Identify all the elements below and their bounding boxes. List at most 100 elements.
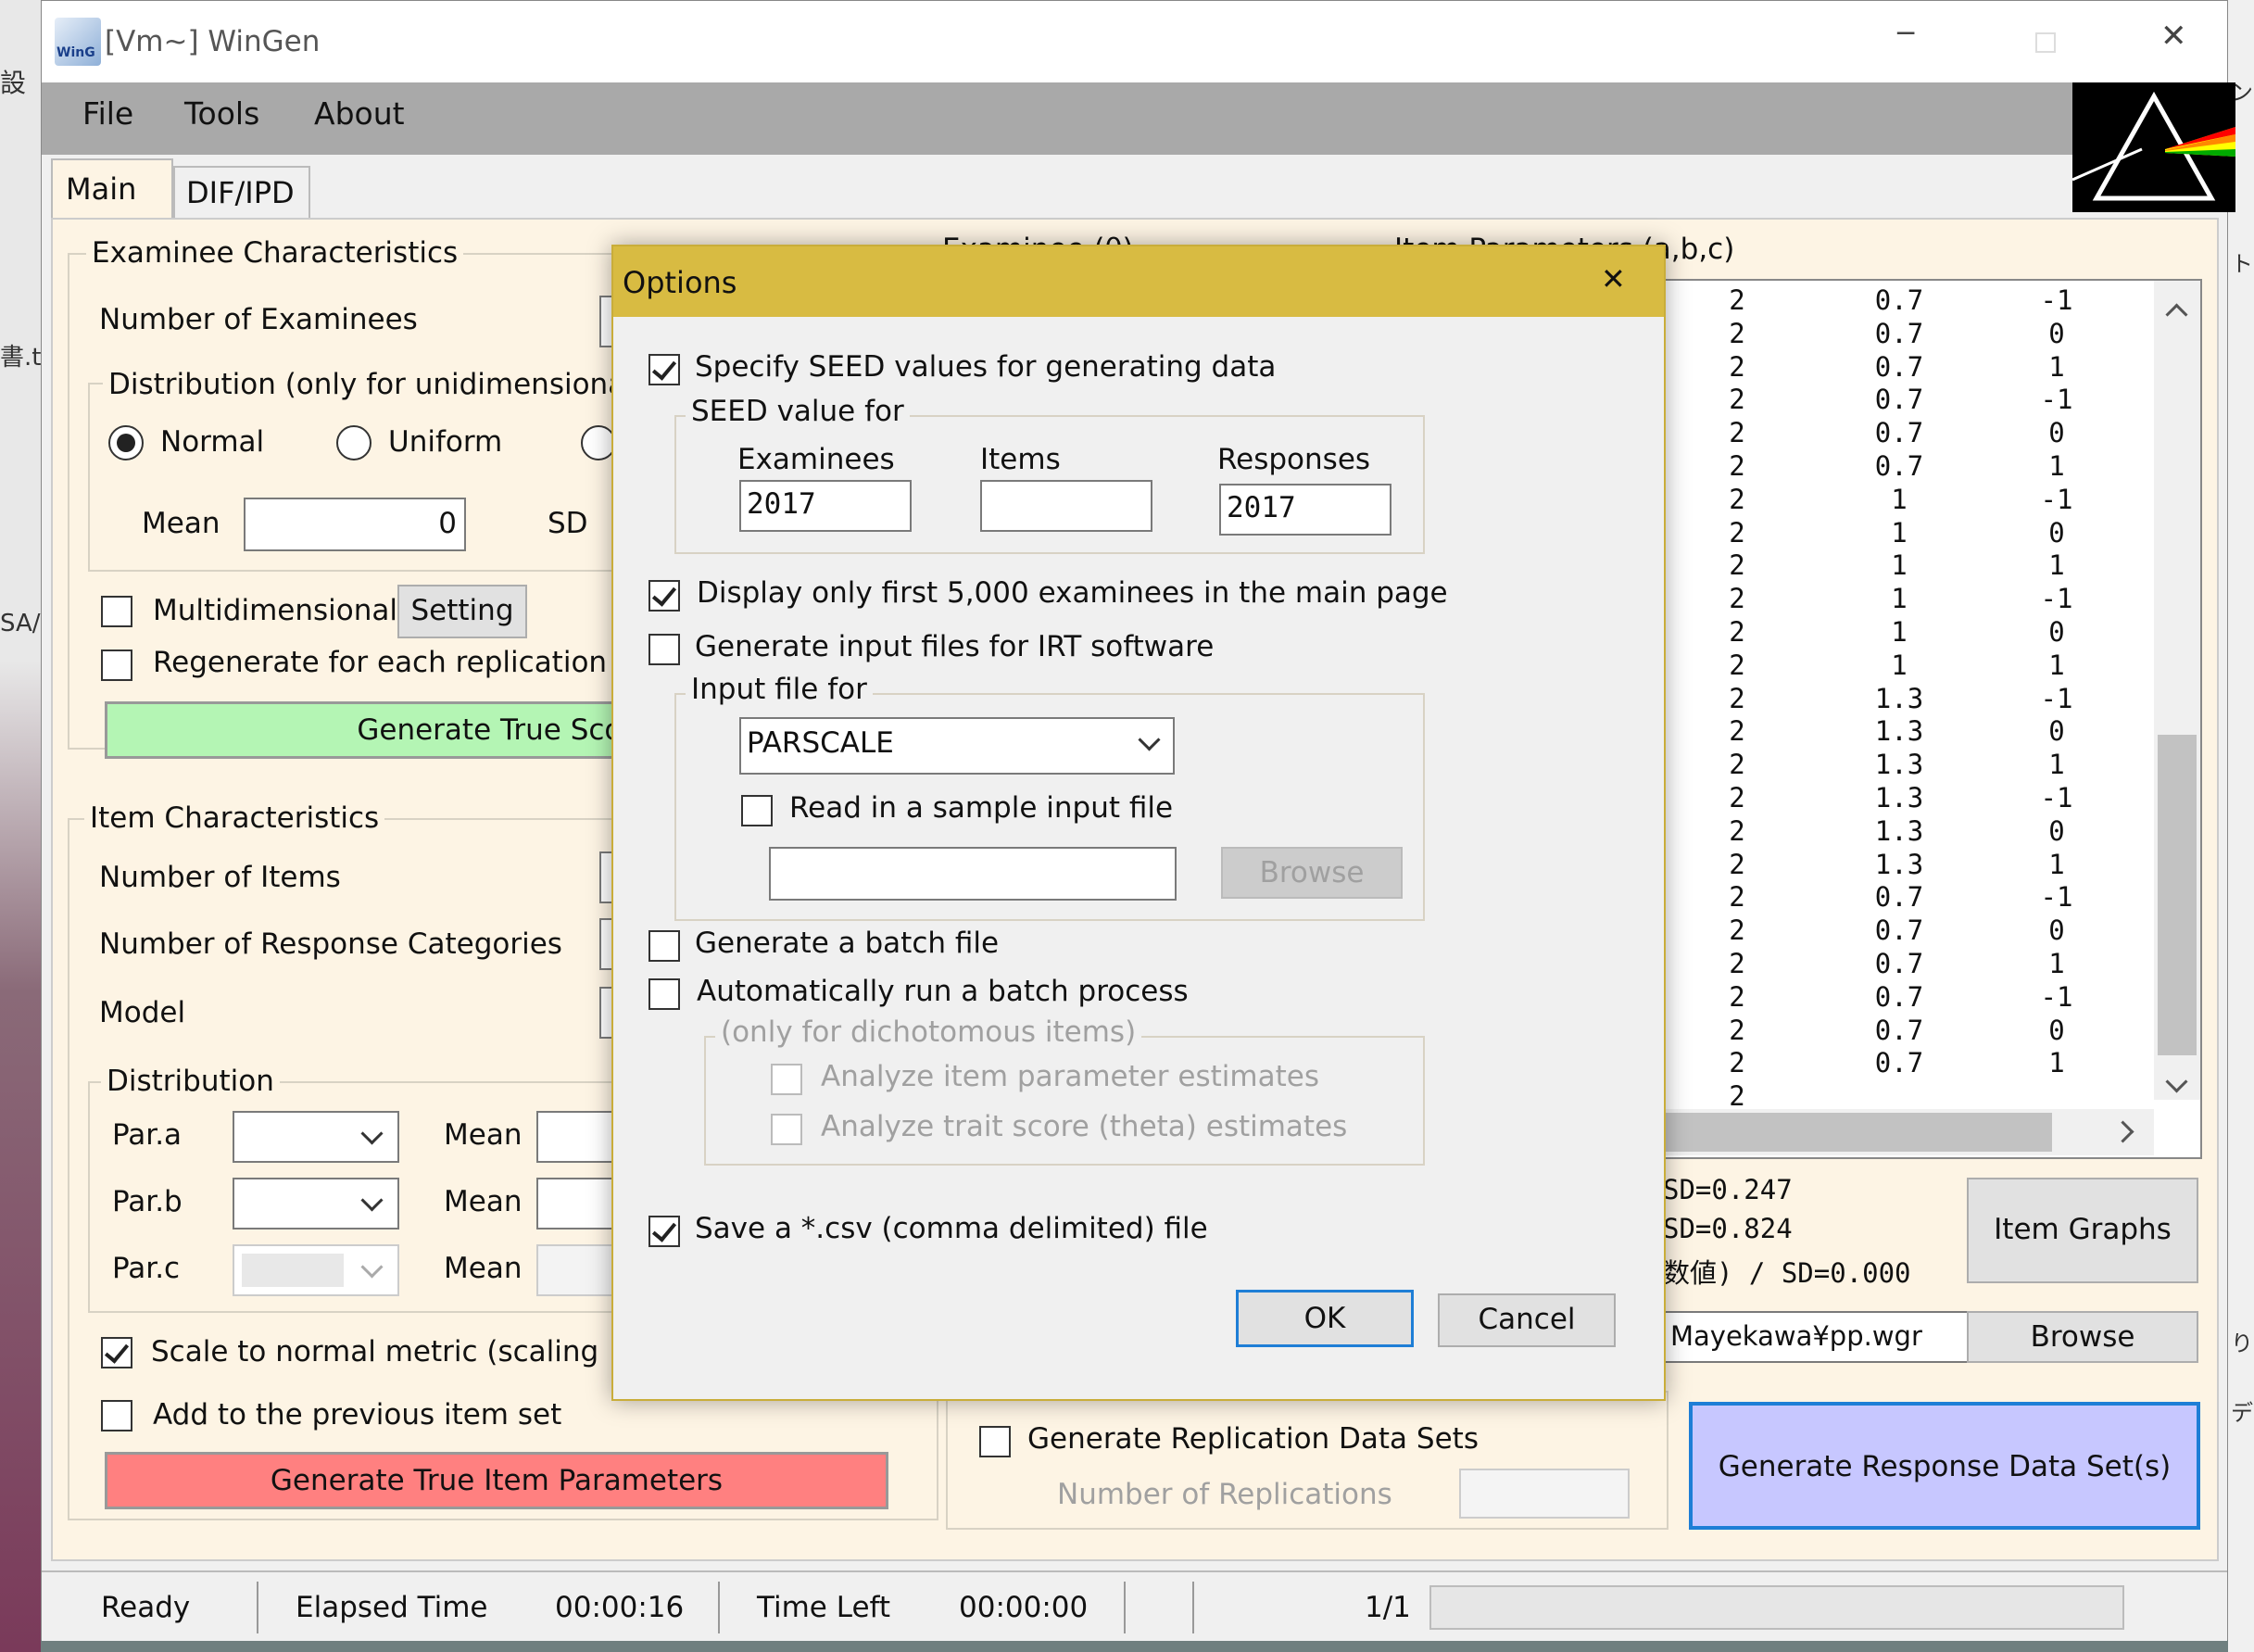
software-select[interactable]: PARSCALE [739, 717, 1175, 775]
table-cell: 1.3 [1874, 715, 1924, 748]
analyze-trait-checkbox[interactable] [771, 1114, 802, 1145]
table-cell: 0 [2048, 914, 2065, 947]
table-cell: -1 [2040, 384, 2073, 416]
table-cell: 1.3 [1874, 781, 1924, 813]
scroll-up-icon[interactable] [2165, 303, 2188, 326]
radio-uniform[interactable] [336, 425, 371, 460]
browse-output-button[interactable]: Browse [1967, 1311, 2198, 1363]
num-response-categories-label: Number of Response Categories [99, 927, 562, 961]
setting-button[interactable]: Setting [397, 585, 527, 638]
mean-label: Mean [142, 507, 220, 540]
analyze-item-checkbox[interactable] [771, 1064, 802, 1095]
table-cell: 2 [1729, 781, 1745, 813]
regenerate-checkbox[interactable] [101, 649, 132, 681]
batch-file-label: Generate a batch file [695, 927, 1000, 960]
tab-dif-ipd[interactable]: DIF/IPD [173, 166, 310, 218]
generate-response-data-button[interactable]: Generate Response Data Set(s) [1689, 1402, 2200, 1530]
multidimensional-checkbox[interactable] [101, 596, 132, 627]
table-cell: 0 [2048, 715, 2065, 748]
table-cell: 1 [1891, 615, 1908, 648]
generate-true-item-parameters-button[interactable]: Generate True Item Parameters [105, 1452, 888, 1509]
vertical-scrollbar[interactable] [2154, 281, 2200, 1100]
par-a-select[interactable] [233, 1111, 399, 1163]
menu-tools[interactable]: Tools [184, 95, 259, 132]
scroll-down-icon[interactable] [2165, 1070, 2188, 1093]
menu-file[interactable]: File [82, 95, 133, 132]
minimize-icon[interactable]: ─ [1897, 18, 1914, 50]
dialog-title: Options [623, 265, 737, 300]
tab-main[interactable]: Main [51, 158, 173, 220]
table-cell: 0 [2048, 814, 2065, 847]
scale-normal-checkbox[interactable] [101, 1337, 132, 1368]
par-c-select[interactable] [233, 1244, 399, 1296]
table-cell: -1 [2040, 483, 2073, 515]
seed-examinees-input[interactable]: 2017 [739, 480, 912, 532]
table-cell: 2 [1729, 449, 1745, 482]
table-cell: 1 [1891, 516, 1908, 549]
dialog-browse-button[interactable]: Browse [1221, 847, 1403, 899]
table-cell: 2 [1729, 980, 1745, 1013]
auto-run-checkbox[interactable] [648, 978, 680, 1010]
add-previous-checkbox[interactable] [101, 1400, 132, 1431]
table-cell: 1 [2048, 1047, 2065, 1079]
generate-replication-checkbox[interactable] [979, 1426, 1011, 1457]
table-cell: 0 [2048, 417, 2065, 449]
item-group-label: Item Characteristics [84, 801, 385, 835]
table-cell: 1 [1891, 483, 1908, 515]
table-cell: -1 [2040, 980, 2073, 1013]
dialog-close-icon[interactable]: ✕ [1601, 261, 1626, 296]
table-cell: 2 [1729, 848, 1745, 880]
radio-normal[interactable] [108, 425, 144, 460]
display-first-checkbox[interactable] [648, 580, 680, 612]
save-csv-checkbox[interactable] [648, 1216, 680, 1247]
maximize-icon[interactable] [2035, 32, 2056, 53]
seed-checkbox-label: Specify SEED values for generating data [695, 350, 1277, 384]
scrollbar-thumb[interactable] [2158, 735, 2197, 1055]
table-cell: 2 [1729, 417, 1745, 449]
batch-file-checkbox[interactable] [648, 930, 680, 962]
table-column-c: -1 0 1 -1 0 1 -1 0 1 -1 0 1 -1 0 1 -1 0 1 -1 0 1 -1 0 1 [2024, 284, 2089, 1080]
gen-input-files-checkbox[interactable] [648, 634, 680, 665]
table-cell: 2 [1729, 947, 1745, 979]
menu-bar: File Tools About [42, 82, 2227, 155]
options-dialog: Options ✕ Specify SEED values for genera… [611, 245, 1666, 1401]
status-ready: Ready [101, 1591, 191, 1624]
scale-normal-label: Scale to normal metric (scaling [151, 1335, 599, 1368]
table-cell: 0.7 [1874, 284, 1924, 316]
desktop-label: デ [2231, 1400, 2253, 1426]
num-replications-input[interactable] [1459, 1469, 1630, 1519]
par-b-select[interactable] [233, 1178, 399, 1230]
table-cell: -1 [2040, 284, 2073, 316]
menu-about[interactable]: About [314, 95, 405, 132]
table-cell: 0 [2048, 1014, 2065, 1046]
sd-label: SD [548, 507, 588, 540]
table-cell: 0.7 [1874, 881, 1924, 914]
table-cell: 0.7 [1874, 417, 1924, 449]
title-bar: WinG [Vm~] WinGen ─ ✕ [42, 1, 2227, 82]
read-sample-checkbox[interactable] [741, 795, 773, 826]
scroll-right-icon[interactable] [2111, 1120, 2134, 1143]
cancel-button[interactable]: Cancel [1438, 1293, 1616, 1347]
sample-file-input[interactable] [769, 847, 1177, 901]
table-cell: -1 [2040, 781, 2073, 813]
ok-button[interactable]: OK [1236, 1290, 1414, 1347]
table-cell: 1 [1891, 549, 1908, 582]
mean-input[interactable]: 0 [244, 498, 466, 551]
output-file-path-input[interactable]: Mayekawa¥pp.wgr [1663, 1311, 1985, 1363]
analyze-trait-label: Analyze trait score (theta) estimates [821, 1110, 1348, 1143]
item-graphs-button[interactable]: Item Graphs [1967, 1178, 2198, 1283]
num-replications-label: Number of Replications [1057, 1478, 1392, 1511]
par-b-label: Par.b [112, 1185, 183, 1218]
table-cell: 0.7 [1874, 350, 1924, 383]
close-icon[interactable]: ✕ [2160, 18, 2187, 55]
table-cell: 1.3 [1874, 682, 1924, 714]
regenerate-label: Regenerate for each replication [153, 646, 608, 679]
seed-checkbox[interactable] [648, 354, 680, 385]
table-cell: 1.3 [1874, 749, 1924, 781]
progress-bar [1429, 1585, 2124, 1630]
input-file-group-label: Input file for [686, 673, 873, 706]
par-c-label: Par.c [112, 1252, 181, 1285]
add-previous-label: Add to the previous item set [153, 1398, 562, 1431]
seed-items-input[interactable] [980, 480, 1152, 532]
seed-responses-input[interactable]: 2017 [1219, 484, 1391, 536]
